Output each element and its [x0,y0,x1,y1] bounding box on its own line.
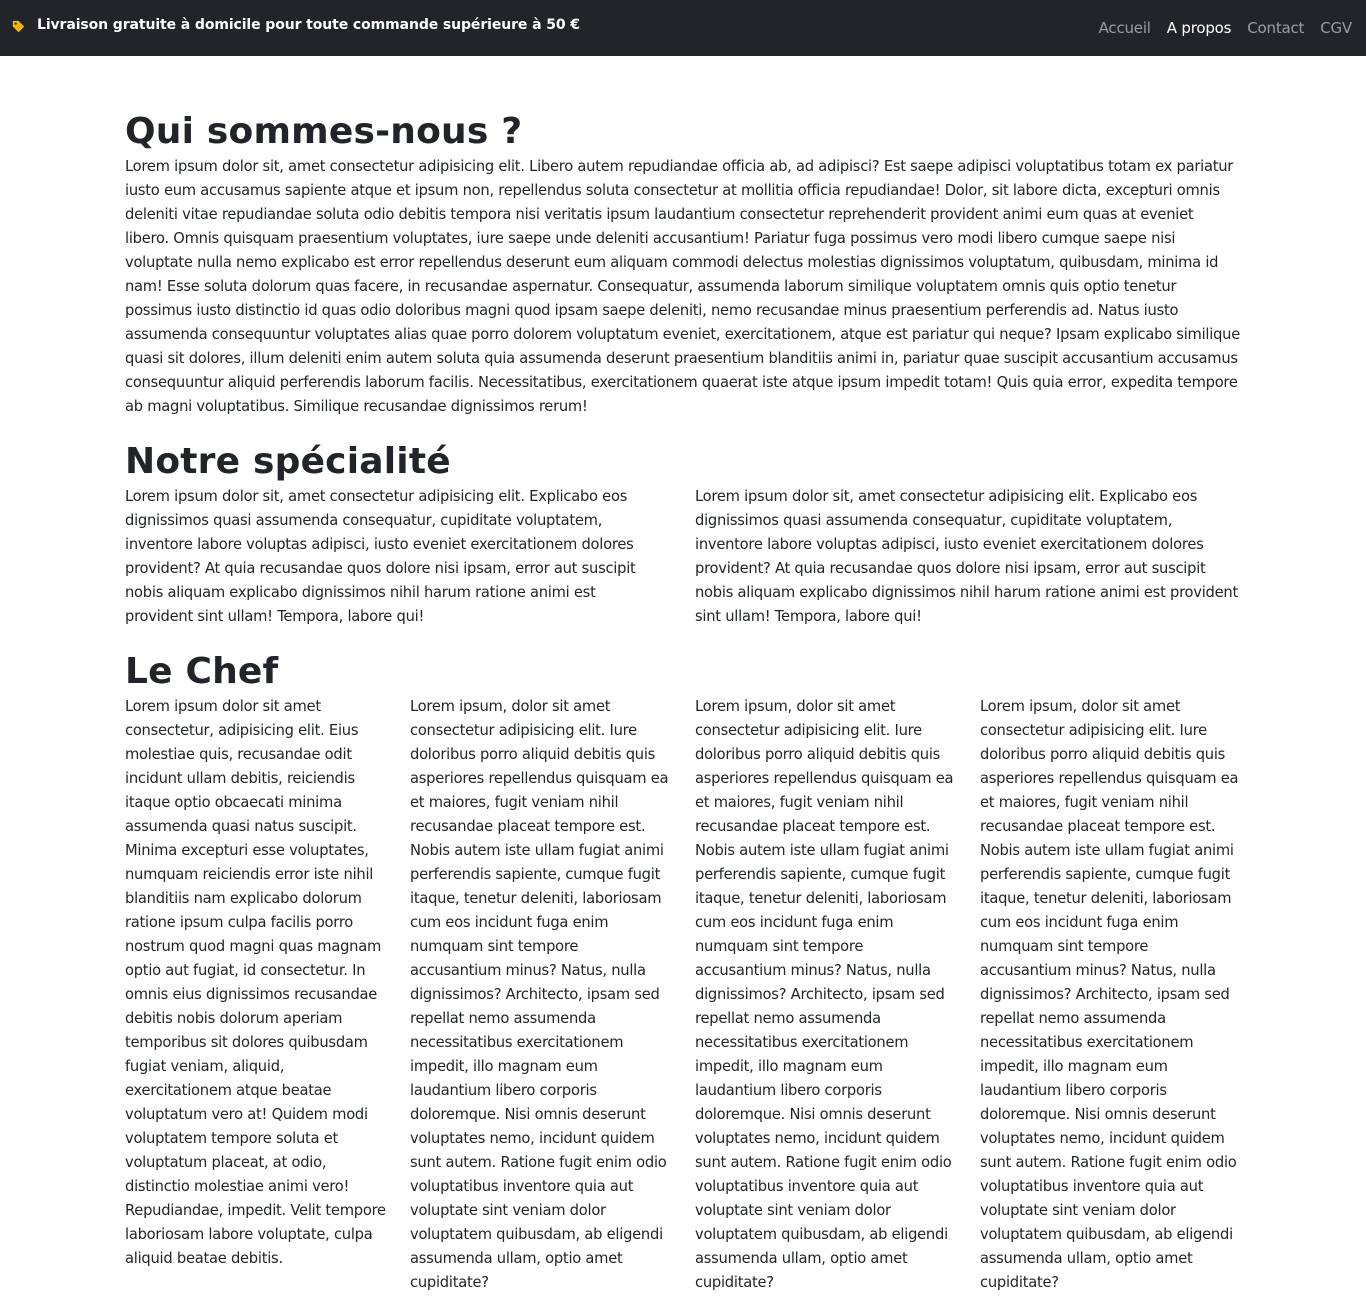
nav-link-accueil[interactable]: Accueil [1099,19,1151,37]
chef-text-1: Lorem ipsum dolor sit amet consectetur, … [125,698,386,1267]
chef-column: Lorem ipsum, dolor sit amet consectetur … [695,695,980,1295]
about-text: Lorem ipsum dolor sit, amet consectetur … [125,158,1241,415]
chef-column: Lorem ipsum dolor sit amet consectetur, … [125,695,410,1295]
specialty-text-1: Lorem ipsum dolor sit, amet consectetur … [125,488,636,625]
top-navbar: Livraison gratuite à domicile pour toute… [0,0,1366,56]
specialty-columns: Lorem ipsum dolor sit, amet consectetur … [125,485,1241,629]
chef-column: Lorem ipsum, dolor sit amet consectetur … [410,695,695,1295]
promo-banner: Livraison gratuite à domicile pour toute… [12,0,580,50]
about-title: Qui sommes-nous ? [125,111,523,152]
chef-text-4: Lorem ipsum, dolor sit amet consectetur … [980,698,1239,1291]
chef-title: Le Chef [125,651,279,692]
nav-link-cgv[interactable]: CGV [1320,19,1352,37]
nav-link-a-propos[interactable]: A propos [1167,19,1232,37]
chef-columns: Lorem ipsum dolor sit amet consectetur, … [125,695,1241,1295]
main-content: Qui sommes-nous ? Lorem ipsum dolor sit,… [125,56,1241,1295]
specialty-column: Lorem ipsum dolor sit, amet consectetur … [125,485,695,629]
specialty-title: Notre spécialité [125,441,451,482]
specialty-text-2: Lorem ipsum dolor sit, amet consectetur … [695,488,1238,625]
chef-text-3: Lorem ipsum, dolor sit amet consectetur … [695,698,954,1291]
specialty-column: Lorem ipsum dolor sit, amet consectetur … [695,485,1241,629]
nav-link-contact[interactable]: Contact [1247,19,1304,37]
tag-icon [12,20,25,32]
main-nav: Accueil A propos Contact CGV [1099,0,1353,56]
chef-column: Lorem ipsum, dolor sit amet consectetur … [980,695,1241,1295]
chef-section: Le Chef Lorem ipsum dolor sit amet conse… [125,652,1241,1295]
specialty-section: Notre spécialité Lorem ipsum dolor sit, … [125,442,1241,629]
chef-text-2: Lorem ipsum, dolor sit amet consectetur … [410,698,669,1291]
promo-text: Livraison gratuite à domicile pour toute… [37,17,580,33]
about-section: Qui sommes-nous ? Lorem ipsum dolor sit,… [125,112,1241,419]
